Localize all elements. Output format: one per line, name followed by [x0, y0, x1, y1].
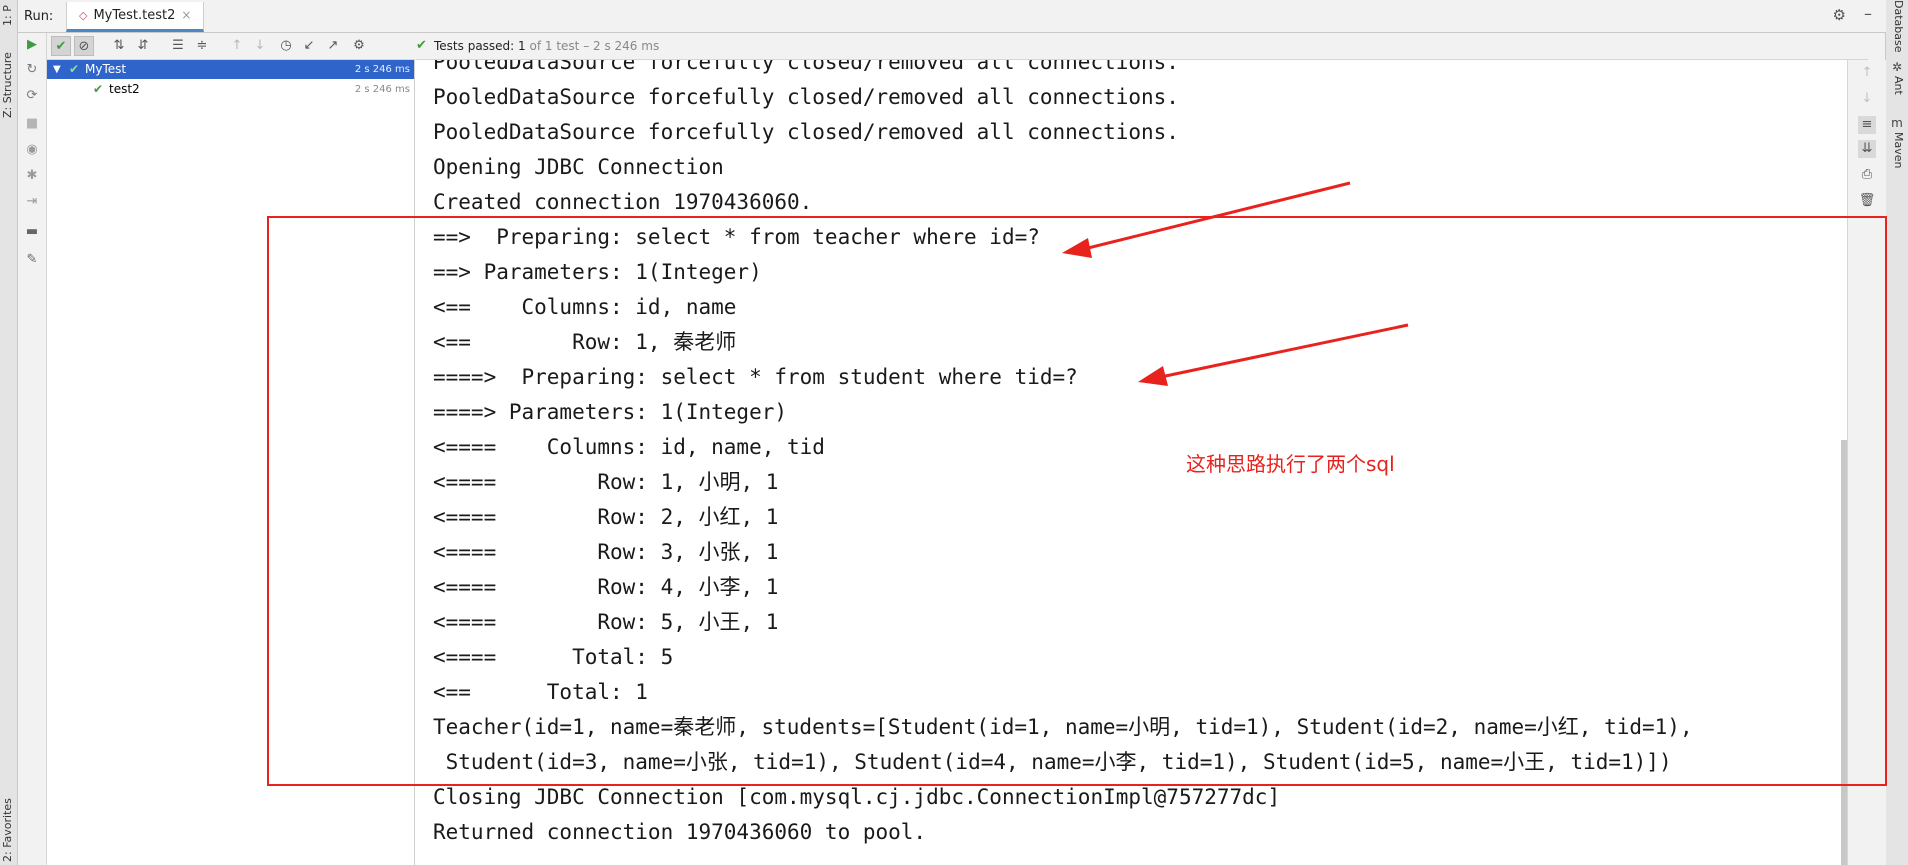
arrow-icon	[1138, 323, 1409, 386]
annotation-note: 这种思路执行了两个sql	[1186, 452, 1395, 476]
annotation-arrows	[1062, 181, 1409, 386]
arrow-icon	[1062, 181, 1351, 258]
